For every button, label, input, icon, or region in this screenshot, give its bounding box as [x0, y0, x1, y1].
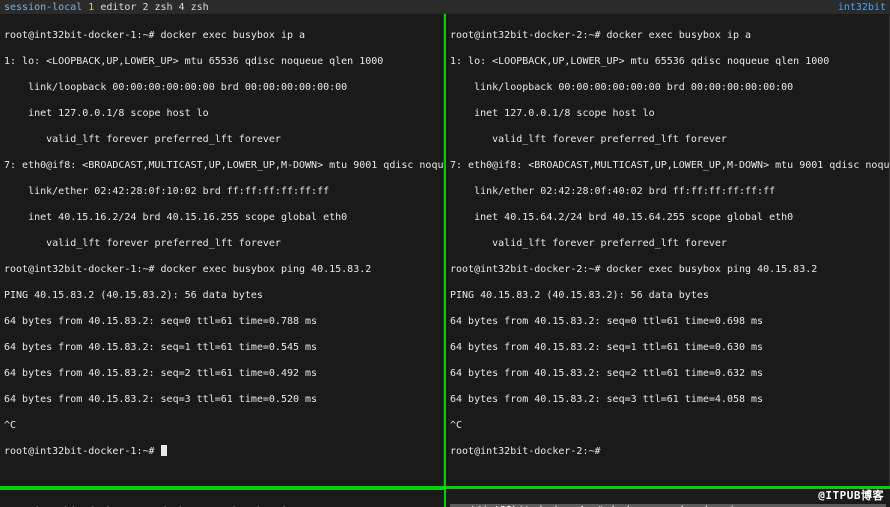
status-left: session-local 1 editor 2 zsh 4 zsh — [4, 1, 209, 14]
iface-eth0-inet: inet 40.15.16.2/24 brd 40.15.16.255 scop… — [4, 211, 439, 224]
tab-1[interactable]: 2 zsh — [142, 1, 172, 14]
ping-reply: 64 bytes from 40.15.83.2: seq=0 ttl=61 t… — [450, 315, 885, 328]
tmux-screen: session-local 1 editor 2 zsh 4 zsh int32… — [0, 0, 890, 507]
ping-reply: 64 bytes from 40.15.83.2: seq=1 ttl=61 t… — [4, 341, 439, 354]
pane-row-bottom: root@int32bit-docker-3:~# docker exec bu… — [0, 489, 890, 507]
ping-reply: 64 bytes from 40.15.83.2: seq=3 ttl=61 t… — [4, 393, 439, 406]
ping-reply: 64 bytes from 40.15.83.2: seq=2 ttl=61 t… — [4, 367, 439, 380]
watermark-text: @ITPUB博客 — [818, 489, 884, 503]
pane-grid: root@int32bit-docker-1:~# docker exec bu… — [0, 14, 890, 507]
pane-docker-1[interactable]: root@int32bit-docker-1:~# docker exec bu… — [0, 14, 444, 486]
pane-row-top: root@int32bit-docker-1:~# docker exec bu… — [0, 14, 890, 489]
ping-reply: 64 bytes from 40.15.83.2: seq=1 ttl=61 t… — [450, 341, 885, 354]
iface-eth0-inet: inet 40.15.64.2/24 brd 40.15.64.255 scop… — [450, 211, 885, 224]
cmd-ip-a: root@int32bit-docker-1:~# docker exec bu… — [4, 29, 439, 42]
iface-lo: 1: lo: <LOOPBACK,UP,LOWER_UP> mtu 65536 … — [4, 55, 439, 68]
cmd-ping: root@int32bit-docker-2:~# docker exec bu… — [450, 263, 885, 276]
pane-docker-2[interactable]: root@int32bit-docker-2:~# docker exec bu… — [444, 14, 890, 486]
window-mode: editor — [100, 1, 136, 14]
cmd-ip-a: root@int32bit-docker-2:~# docker exec bu… — [450, 29, 885, 42]
cmd-ping: root@int32bit-docker-1:~# docker exec bu… — [4, 263, 439, 276]
status-right-user: int32bit — [838, 1, 886, 14]
iface-lo-valid: valid_lft forever preferred_lft forever — [450, 133, 885, 146]
iface-lo-link: link/loopback 00:00:00:00:00:00 brd 00:0… — [4, 81, 439, 94]
prompt-text: root@int32bit-docker-1:~# — [4, 446, 161, 457]
prompt-idle[interactable]: root@int32bit-docker-1:~# — [4, 445, 439, 458]
window-index: 1 — [88, 1, 94, 14]
iface-lo-inet: inet 127.0.0.1/8 scope host lo — [450, 107, 885, 120]
tmux-status-bar[interactable]: session-local 1 editor 2 zsh 4 zsh int32… — [0, 0, 890, 14]
ping-reply: 64 bytes from 40.15.83.2: seq=3 ttl=61 t… — [450, 393, 885, 406]
iface-eth0: 7: eth0@if8: <BROADCAST,MULTICAST,UP,LOW… — [4, 159, 439, 172]
iface-eth0-link: link/ether 02:42:28:0f:40:02 brd ff:ff:f… — [450, 185, 885, 198]
ping-reply: 64 bytes from 40.15.83.2: seq=0 ttl=61 t… — [4, 315, 439, 328]
iface-eth0-valid: valid_lft forever preferred_lft forever — [4, 237, 439, 250]
iface-lo-inet: inet 127.0.0.1/8 scope host lo — [4, 107, 439, 120]
ctrl-c: ^C — [4, 419, 439, 432]
iface-lo-link: link/loopback 00:00:00:00:00:00 brd 00:0… — [450, 81, 885, 94]
iface-lo-valid: valid_lft forever preferred_lft forever — [4, 133, 439, 146]
ping-header: PING 40.15.83.2 (40.15.83.2): 56 data by… — [4, 289, 439, 302]
prompt-idle[interactable]: root@int32bit-docker-2:~# — [450, 445, 885, 458]
tab-2[interactable]: 4 zsh — [179, 1, 209, 14]
iface-eth0: 7: eth0@if8: <BROADCAST,MULTICAST,UP,LOW… — [450, 159, 885, 172]
iface-eth0-valid: valid_lft forever preferred_lft forever — [450, 237, 885, 250]
iface-eth0-link: link/ether 02:42:28:0f:10:02 brd ff:ff:f… — [4, 185, 439, 198]
pane-docker-3[interactable]: root@int32bit-docker-3:~# docker exec bu… — [0, 489, 444, 507]
iface-lo: 1: lo: <LOOPBACK,UP,LOWER_UP> mtu 65536 … — [450, 55, 885, 68]
ctrl-c: ^C — [450, 419, 885, 432]
ping-header: PING 40.15.83.2 (40.15.83.2): 56 data by… — [450, 289, 885, 302]
ping-reply: 64 bytes from 40.15.83.2: seq=2 ttl=61 t… — [450, 367, 885, 380]
cursor-icon — [161, 445, 167, 456]
session-name: session-local — [4, 1, 82, 14]
